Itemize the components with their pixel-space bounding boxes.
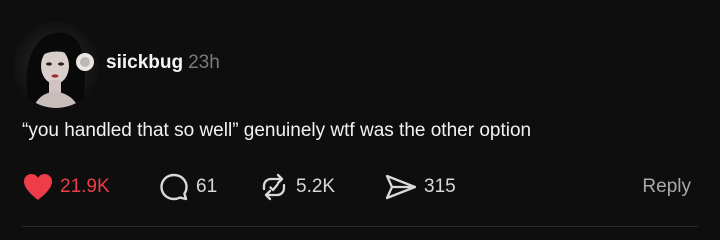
comment-button[interactable]: 61 <box>158 172 217 202</box>
share-icon <box>385 174 417 200</box>
avatar[interactable] <box>13 22 99 108</box>
divider <box>22 226 698 227</box>
repost-count: 5.2K <box>296 176 336 197</box>
post-card: siickbug 23h “you handled that so well” … <box>0 0 720 240</box>
repost-button[interactable]: 5.2K <box>258 172 335 202</box>
avatar-image <box>13 22 99 108</box>
share-button[interactable]: 315 <box>384 172 456 202</box>
like-count: 21.9K <box>60 176 110 197</box>
timestamp: 23h <box>188 52 220 73</box>
username[interactable]: siickbug <box>106 52 183 74</box>
post-header: siickbug 23h <box>106 52 220 74</box>
action-bar: 21.9K 61 5.2K 315 Reply <box>0 172 720 202</box>
share-count: 315 <box>424 176 456 197</box>
comment-icon <box>160 173 188 201</box>
heart-icon <box>24 174 52 200</box>
like-button[interactable]: 21.9K <box>22 172 110 202</box>
reply-button[interactable]: Reply <box>642 172 691 202</box>
comment-count: 61 <box>196 176 218 197</box>
post-text: “you handled that so well” genuinely wtf… <box>22 120 532 141</box>
repost-icon <box>262 173 286 201</box>
